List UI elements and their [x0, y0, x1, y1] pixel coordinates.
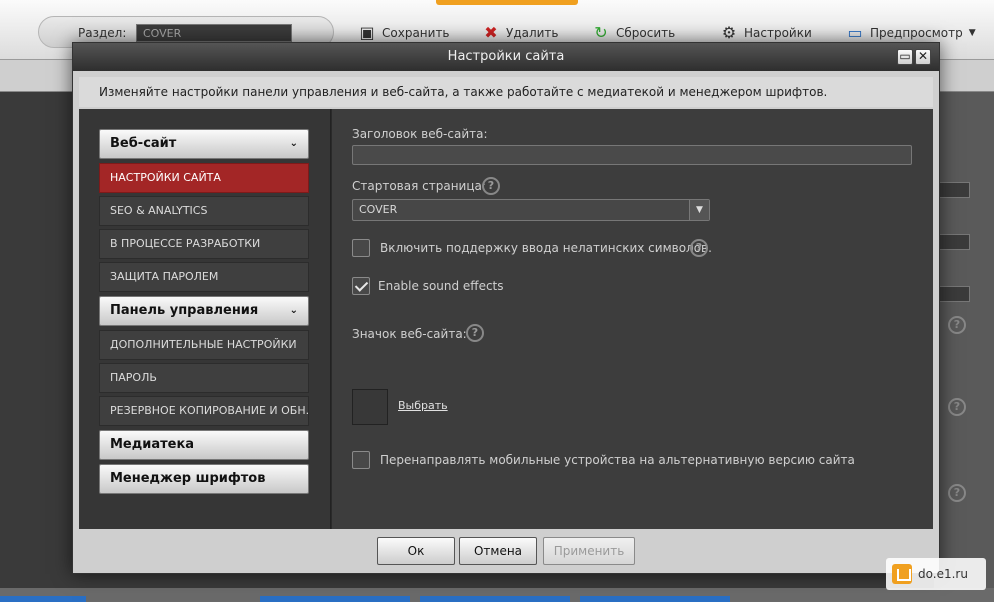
section-label: Раздел: [78, 26, 127, 40]
site-settings-dialog: Настройки сайта ▭ ✕ Изменяйте настройки … [72, 42, 940, 574]
non-latin-label: Включить поддержку ввода нелатинских сим… [380, 241, 712, 255]
settings-button[interactable]: ⚙ Настройки [720, 24, 812, 42]
taskbar-item[interactable] [580, 596, 730, 602]
sidebar-item-advanced-settings[interactable]: ДОПОЛНИТЕЛЬНЫЕ НАСТРОЙКИ [99, 330, 309, 360]
preview-icon: ▭ [847, 23, 863, 42]
start-page-label: Стартовая страница: [352, 179, 486, 193]
app-accent-strip [436, 0, 578, 5]
choose-favicon-link[interactable]: Выбрать [398, 399, 448, 412]
taskbar-item[interactable] [260, 596, 410, 602]
taskbar-item[interactable] [0, 596, 86, 602]
sidebar-group-font-manager[interactable]: Менеджер шрифтов [99, 464, 309, 494]
help-icon[interactable]: ? [948, 484, 966, 502]
close-button[interactable]: ✕ [915, 49, 931, 65]
chevron-down-icon: ⌄ [289, 138, 298, 149]
site-title-input[interactable] [352, 145, 912, 165]
sidebar-item-backup[interactable]: РЕЗЕРВНОЕ КОПИРОВАНИЕ И ОБН... [99, 396, 309, 426]
sound-effects-checkbox[interactable] [352, 277, 370, 295]
mobile-redirect-checkbox[interactable] [352, 451, 370, 469]
delete-button[interactable]: ✖ Удалить [482, 23, 558, 42]
dialog-description: Изменяйте настройки панели управления и … [79, 77, 933, 107]
settings-sidebar: Веб-сайт ⌄ НАСТРОЙКИ САЙТА SEO & ANALYTI… [79, 109, 331, 529]
settings-content: Заголовок веб-сайта: Стартовая страница:… [332, 109, 933, 529]
watermark: do.e1.ru [886, 558, 986, 590]
sound-effects-label: Enable sound effects [378, 279, 504, 293]
mobile-redirect-label: Перенаправлять мобильные устройства на а… [380, 453, 855, 467]
reset-button[interactable]: ↻ Сбросить [592, 24, 675, 42]
ok-button[interactable]: Ок [377, 537, 455, 565]
sidebar-group-media-library[interactable]: Медиатека [99, 430, 309, 460]
sidebar-item-under-construction[interactable]: В ПРОЦЕССЕ РАЗРАБОТКИ [99, 229, 309, 259]
help-icon[interactable]: ? [466, 324, 484, 342]
help-icon[interactable]: ? [948, 316, 966, 334]
save-icon: ▣ [359, 23, 375, 42]
sidebar-group-website[interactable]: Веб-сайт ⌄ [99, 129, 309, 159]
chevron-down-icon: ⌄ [289, 305, 298, 316]
non-latin-checkbox[interactable] [352, 239, 370, 257]
help-icon[interactable]: ? [948, 398, 966, 416]
sidebar-item-site-settings[interactable]: НАСТРОЙКИ САЙТА [99, 163, 309, 193]
app-properties-panel [934, 92, 994, 592]
maximize-icon: ▭ [899, 49, 911, 63]
chevron-down-icon: ▼ [968, 28, 976, 38]
help-icon[interactable]: ? [482, 177, 500, 195]
dialog-title: Настройки сайта [447, 49, 565, 64]
sidebar-item-seo-analytics[interactable]: SEO & ANALYTICS [99, 196, 309, 226]
dialog-titlebar: Настройки сайта [73, 43, 939, 71]
cancel-button[interactable]: Отмена [459, 537, 537, 565]
reset-icon: ↻ [594, 23, 608, 42]
section-select[interactable]: COVER [136, 24, 292, 42]
save-button[interactable]: ▣ Сохранить [358, 23, 449, 42]
site-title-label: Заголовок веб-сайта: [352, 127, 488, 141]
start-page-select[interactable]: COVER ▼ [352, 199, 710, 221]
sidebar-item-password[interactable]: ПАРОЛЬ [99, 363, 309, 393]
favicon-label: Значок веб-сайта: [352, 327, 467, 341]
maximize-button[interactable]: ▭ [897, 49, 913, 65]
dialog-body: Веб-сайт ⌄ НАСТРОЙКИ САЙТА SEO & ANALYTI… [79, 109, 933, 529]
site-logo-icon [892, 564, 912, 584]
preview-button[interactable]: ▭ Предпросмотр ▼ [846, 23, 976, 42]
chevron-down-icon: ▼ [689, 200, 709, 220]
delete-icon: ✖ [484, 23, 498, 42]
gear-icon: ⚙ [721, 23, 737, 42]
close-icon: ✕ [917, 49, 929, 63]
apply-button[interactable]: Применить [543, 537, 635, 565]
help-icon[interactable]: ? [690, 239, 708, 257]
favicon-preview [352, 389, 388, 425]
taskbar-item[interactable] [420, 596, 570, 602]
sidebar-group-control-panel[interactable]: Панель управления ⌄ [99, 296, 309, 326]
sidebar-item-password-protection[interactable]: ЗАЩИТА ПАРОЛЕМ [99, 262, 309, 292]
